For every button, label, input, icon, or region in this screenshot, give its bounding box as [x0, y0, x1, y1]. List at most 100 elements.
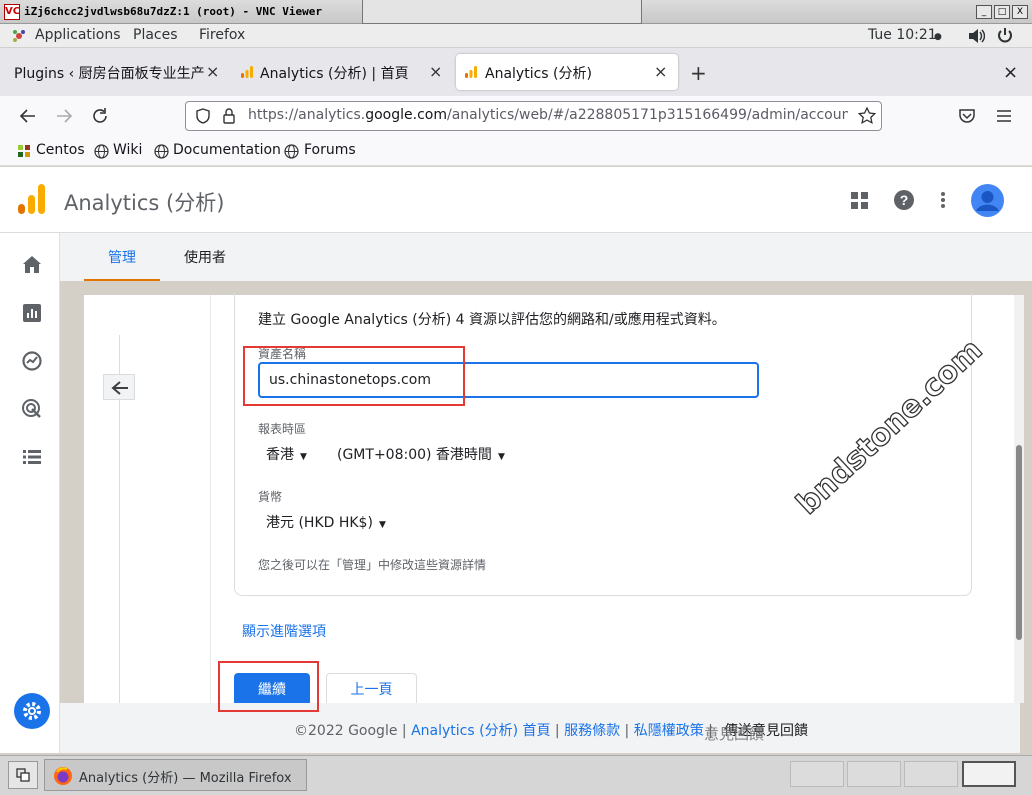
power-icon[interactable] [997, 27, 1013, 44]
url-prefix: https://analytics. [248, 107, 366, 123]
globe-icon [94, 144, 109, 159]
help-icon[interactable]: ? [893, 189, 915, 211]
analytics-title[interactable]: Analytics (分析) [64, 187, 224, 217]
bookmark-star-icon[interactable] [858, 107, 876, 125]
places-menu[interactable]: Places [133, 27, 178, 43]
url-bar[interactable]: https://analytics.google.com/analytics/w… [185, 101, 882, 131]
footer-terms-link[interactable]: 服務條款 [564, 723, 620, 739]
footer-home-link[interactable]: Analytics (分析) 首頁 [411, 723, 550, 739]
analytics-logo-icon[interactable] [18, 184, 46, 216]
tab-users[interactable]: 使用者 [184, 247, 226, 267]
taskbar: Analytics (分析) — Mozilla Firefox [0, 755, 1032, 795]
currency-select[interactable]: 港元 (HKD HK$) ▼ [266, 512, 386, 532]
gnome-foot-icon [13, 30, 25, 42]
tab-close-icon[interactable]: × [654, 62, 667, 81]
left-nav-rail [0, 233, 60, 753]
arrow-left-icon [111, 381, 128, 395]
desktop-icon [16, 768, 30, 782]
configure-icon[interactable] [20, 445, 44, 469]
gnome-top-bar: Applications Places Firefox Tue 10:21 ● [0, 24, 1032, 48]
main-content: 建立 Google Analytics (分析) 4 資源以評估您的網路和/或應… [84, 293, 1014, 707]
timezone-country-select[interactable]: 香港 ▼ [266, 444, 307, 464]
tab-close-icon[interactable]: × [206, 62, 219, 81]
menu-icon[interactable] [996, 108, 1012, 124]
feedback-overlay: 意見回饋 [704, 725, 765, 743]
workspace-3[interactable] [904, 761, 958, 787]
firefox-icon [54, 767, 72, 785]
analytics-favicon-icon [241, 66, 253, 78]
bookmark-documentation[interactable]: Documentation [173, 142, 281, 158]
clock[interactable]: Tue 10:21 [868, 27, 937, 43]
admin-tabs: 管理 使用者 [60, 233, 1032, 281]
tab-label: Analytics (分析) | 首頁 [260, 66, 409, 82]
volume-icon[interactable] [967, 28, 985, 44]
show-desktop-button[interactable] [8, 761, 38, 789]
footer-privacy-link[interactable]: 私隱權政策 [634, 723, 704, 739]
vnc-close-button[interactable]: X [1012, 5, 1028, 19]
vnc-minimize-button[interactable]: _ [976, 5, 992, 19]
globe-icon [154, 144, 169, 159]
timezone-value: (GMT+08:00) 香港時間 [337, 447, 492, 463]
more-vert-icon[interactable] [940, 191, 946, 209]
show-advanced-link[interactable]: 顯示進階選項 [242, 621, 326, 641]
previous-button[interactable]: 上一頁 [326, 673, 417, 707]
tab-plugins[interactable]: Plugins ‹ 厨房台面板专业生产 × [0, 54, 228, 90]
page-scrollbar-track[interactable] [1014, 295, 1024, 703]
dropdown-arrow-icon: ▼ [300, 452, 307, 462]
new-tab-button[interactable]: + [690, 61, 707, 85]
applications-menu[interactable]: Applications [35, 27, 121, 43]
taskbar-firefox-window[interactable]: Analytics (分析) — Mozilla Firefox [44, 759, 307, 791]
svg-text:?: ? [900, 192, 909, 208]
firefox-menu[interactable]: Firefox [199, 27, 245, 43]
clock-dropdown-icon[interactable]: ● [934, 32, 942, 42]
bookmark-centos[interactable]: Centos [36, 142, 85, 158]
page-scrollbar-thumb[interactable] [1016, 445, 1022, 640]
workspace-2[interactable] [847, 761, 901, 787]
bookmark-wiki[interactable]: Wiki [113, 142, 142, 158]
back-icon[interactable] [19, 107, 37, 125]
vnc-toolbar-tab[interactable] [362, 0, 642, 24]
workspace-1[interactable] [790, 761, 844, 787]
pocket-icon[interactable] [958, 107, 976, 125]
timezone-label: 報表時區 [258, 422, 307, 436]
dropdown-arrow-icon: ▼ [378, 520, 386, 530]
tab-analytics-active[interactable]: Analytics (分析) × [456, 54, 678, 90]
home-icon[interactable] [20, 253, 44, 277]
apps-grid-icon[interactable] [851, 192, 869, 210]
taskbar-window-label: Analytics (分析) — Mozilla Firefox [79, 771, 292, 786]
bookmark-forums[interactable]: Forums [304, 142, 356, 158]
admin-gear-icon[interactable] [14, 693, 50, 729]
vnc-window-title: iZj6chcc2jvdlwsb68u7dzZ:1 (root) - VNC V… [24, 5, 323, 18]
tab-admin-label: 管理 [108, 250, 136, 266]
footer-copyright: ©2022 Google [294, 723, 398, 739]
timezone-country-value: 香港 [266, 447, 294, 463]
analytics-favicon-icon [465, 66, 477, 78]
back-arrow-button[interactable] [103, 374, 135, 400]
advertising-icon[interactable] [20, 397, 44, 421]
analytics-header: Analytics (分析) ? [0, 167, 1032, 233]
page-footer: ©2022 Google | Analytics (分析) 首頁 | 服務條款 … [60, 703, 1020, 753]
lock-icon[interactable] [222, 108, 236, 124]
avatar[interactable] [971, 184, 1004, 217]
vnc-logo-icon: VC [4, 4, 20, 20]
url-text[interactable]: https://analytics.google.com/analytics/w… [248, 107, 848, 123]
tab-admin[interactable]: 管理 [84, 233, 160, 281]
browser-tab-bar: Plugins ‹ 厨房台面板专业生产 × Analytics (分析) | 首… [0, 48, 1032, 96]
url-path: /analytics/web/#/a228805171p315166499/ad… [446, 107, 848, 123]
annotation-box-name [243, 346, 465, 406]
reload-icon[interactable] [91, 107, 109, 125]
reports-icon[interactable] [20, 301, 44, 325]
globe-icon [284, 144, 299, 159]
workspace-4[interactable] [962, 761, 1016, 787]
tab-close-icon[interactable]: × [429, 62, 442, 81]
currency-label: 貨幣 [258, 490, 283, 504]
vnc-title-bar: VC iZj6chcc2jvdlwsb68u7dzZ:1 (root) - VN… [0, 0, 1032, 24]
timezone-select[interactable]: (GMT+08:00) 香港時間 ▼ [337, 444, 505, 464]
tab-analytics-home[interactable]: Analytics (分析) | 首頁 × [232, 54, 454, 90]
forward-icon[interactable] [55, 107, 73, 125]
bookmarks-bar: Centos Wiki Documentation Forums [0, 136, 1032, 166]
vnc-maximize-button[interactable]: □ [994, 5, 1010, 19]
shield-icon[interactable] [195, 108, 211, 124]
close-window-button[interactable]: × [1003, 62, 1018, 83]
explore-icon[interactable] [20, 349, 44, 373]
